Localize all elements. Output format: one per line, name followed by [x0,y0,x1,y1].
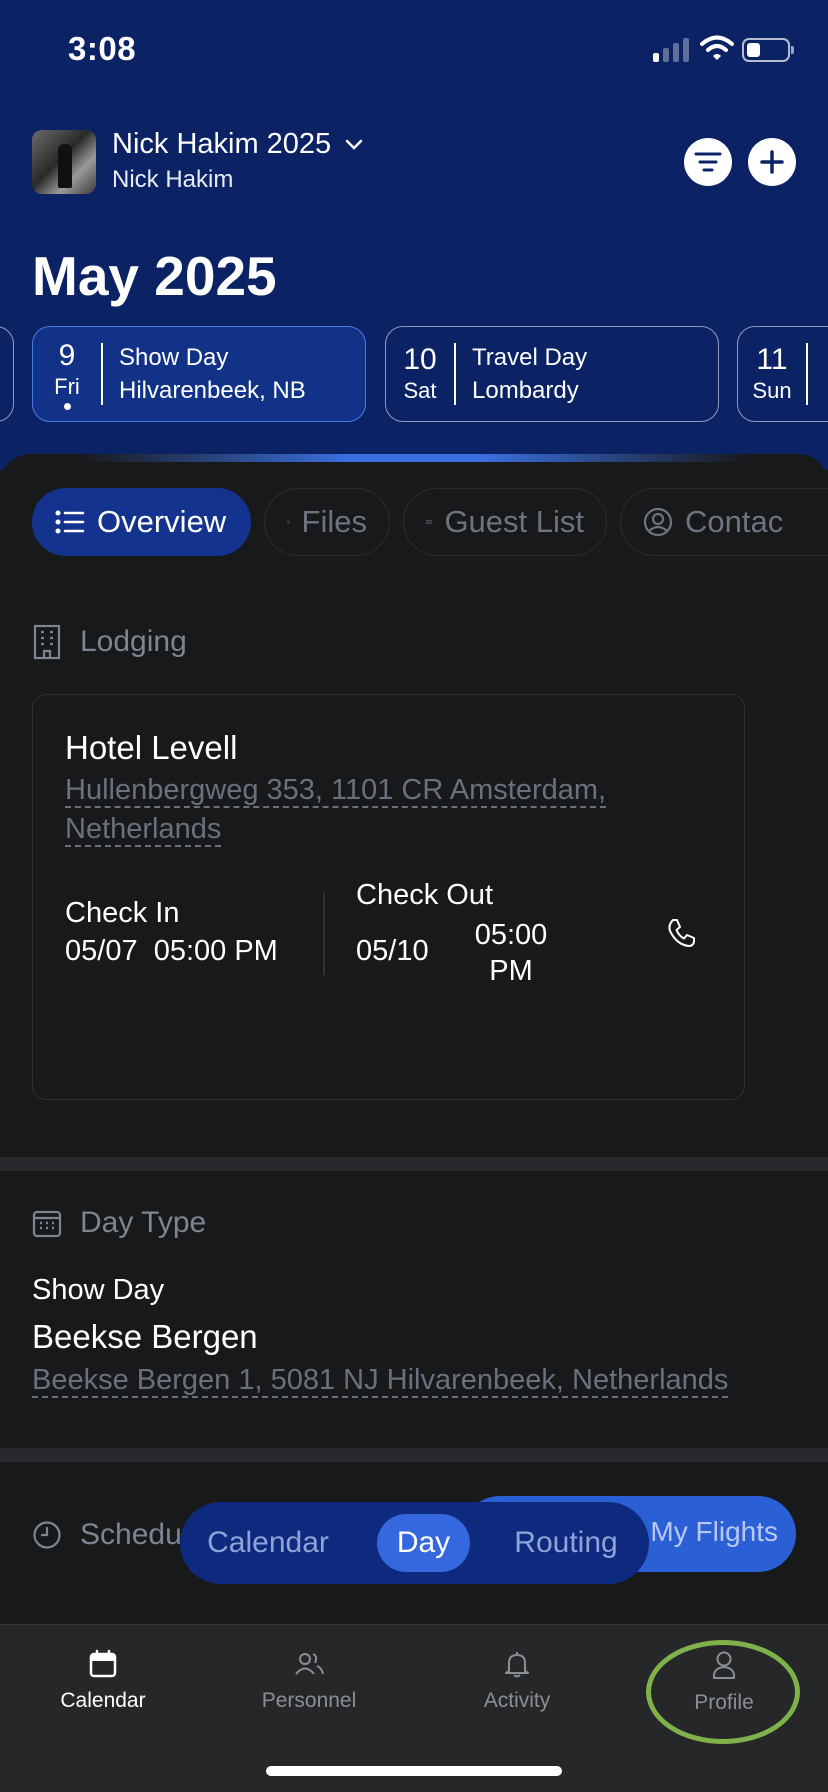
filter-icon [694,152,722,172]
calendar-icon [89,1649,117,1678]
lodging-section-header: Lodging [32,624,187,660]
tab-files[interactable]: Files [264,488,390,556]
tab-label: Files [301,504,367,539]
nav-calendar[interactable]: Calendar [13,1649,193,1713]
bell-icon [505,1652,529,1678]
day-type: Show Day [119,344,229,371]
phone-icon[interactable] [665,917,697,949]
day-strip: 9 Fri Show Day Hilvarenbeek, NB 10 Sat T… [0,326,828,424]
check-out-date: 05/10 [356,935,429,967]
day-number: 9 [58,338,76,372]
day-place: Hilvarenbeek, NB [119,377,306,404]
people-icon [295,1653,324,1675]
day-card-previous[interactable] [0,326,14,422]
my-flights-label: My Flights [650,1516,778,1547]
nav-label: Personnel [261,1689,357,1712]
clock-icon [33,1521,61,1549]
nav-label: Activity [483,1689,551,1712]
view-calendar-option[interactable]: Calendar [194,1514,342,1572]
tab-guest-list[interactable]: Guest List [403,488,607,556]
section-divider [0,1157,828,1171]
status-time: 3:08 [68,30,137,67]
tab-overview[interactable]: Overview [32,488,251,556]
section-title: Lodging [80,625,187,658]
nav-personnel[interactable]: Personnel [219,1649,399,1713]
plus-icon [760,150,784,174]
project-subtitle: Nick Hakim [112,166,234,193]
day-card-10[interactable]: 10 Sat Travel Day Lombardy [385,326,719,422]
check-in-date: 05/07 [65,935,138,967]
chevron-down-icon [345,139,363,150]
check-in-value: 05/07 05:00 PM [65,935,278,968]
day-of-week: Sat [403,378,437,403]
tab-label: Overview [97,504,227,539]
venue-name: Beekse Bergen [32,1318,258,1355]
day-place: Lombardy [472,377,579,404]
filter-button[interactable] [684,138,732,186]
nav-activity[interactable]: Activity [427,1649,607,1713]
day-type-section-header: Day Type [32,1206,206,1240]
calendar-grid-icon [32,1210,62,1238]
nav-label: Calendar [60,1689,146,1712]
header: 3:08 Nick Hakim 2025 Nick Hakim May 2025 [0,0,828,470]
tab-label: Guest List [444,504,584,539]
venue-address: Beekse Bergen 1, 5081 NJ Hilvarenbeek, N… [32,1364,729,1398]
ticket-icon [426,520,433,524]
day-of-week: Sun [752,378,792,403]
section-divider [0,1448,828,1462]
day-card-11[interactable]: 11 Sun [737,326,828,422]
day-number: 11 [756,343,788,376]
view-day-option[interactable]: Day [377,1514,470,1572]
section-title: Schedu [80,1518,182,1551]
view-switcher: Calendar Day Routing [180,1502,649,1584]
day-number: 10 [403,343,437,376]
contact-icon [643,507,673,537]
view-routing-option[interactable]: Routing [498,1514,634,1572]
avatar[interactable] [32,130,96,194]
hotel-address-link[interactable]: Hullenbergweg 353, 1101 CR Amsterdam, Ne… [65,771,665,849]
add-button[interactable] [748,138,796,186]
hotel-name: Hotel Levell [65,729,238,766]
day-type-value: Show Day [32,1274,165,1306]
day-of-week: Fri [54,373,80,399]
tab-contacts[interactable]: Contac [620,488,828,556]
status-bar: 3:08 [0,0,828,100]
file-icon [287,520,290,524]
building-icon [33,624,61,660]
section-title: Day Type [80,1206,207,1239]
wifi-icon [700,35,734,60]
project-selector[interactable]: Nick Hakim 2025 [112,128,363,161]
check-in-label: Check In [65,897,180,929]
profile-highlight-ring [646,1640,800,1744]
event-dot [63,402,71,410]
check-in-time: 05:00 PM [153,935,278,967]
day-type: Travel Day [472,344,588,371]
battery-icon [742,38,794,62]
tab-label: Contac [685,504,784,539]
cellular-signal-icon [653,36,691,62]
list-icon [55,510,85,534]
hotel-address: Hullenbergweg 353, 1101 CR Amsterdam, Ne… [65,774,607,847]
project-title: Nick Hakim 2025 [112,128,332,160]
lodging-card[interactable]: Hotel Levell Hullenbergweg 353, 1101 CR … [32,694,745,1100]
venue-address-link[interactable]: Beekse Bergen 1, 5081 NJ Hilvarenbeek, N… [32,1364,729,1398]
month-title: May 2025 [32,245,277,307]
schedule-section-header: Schedu [32,1518,182,1552]
day-card-9[interactable]: 9 Fri Show Day Hilvarenbeek, NB [32,326,366,422]
day-detail-panel: Overview Files Guest List Contac Lodging… [0,454,828,1624]
home-indicator[interactable] [266,1766,562,1776]
check-out-time: 05:00 PM [474,919,548,987]
check-out-label: Check Out [356,879,493,911]
